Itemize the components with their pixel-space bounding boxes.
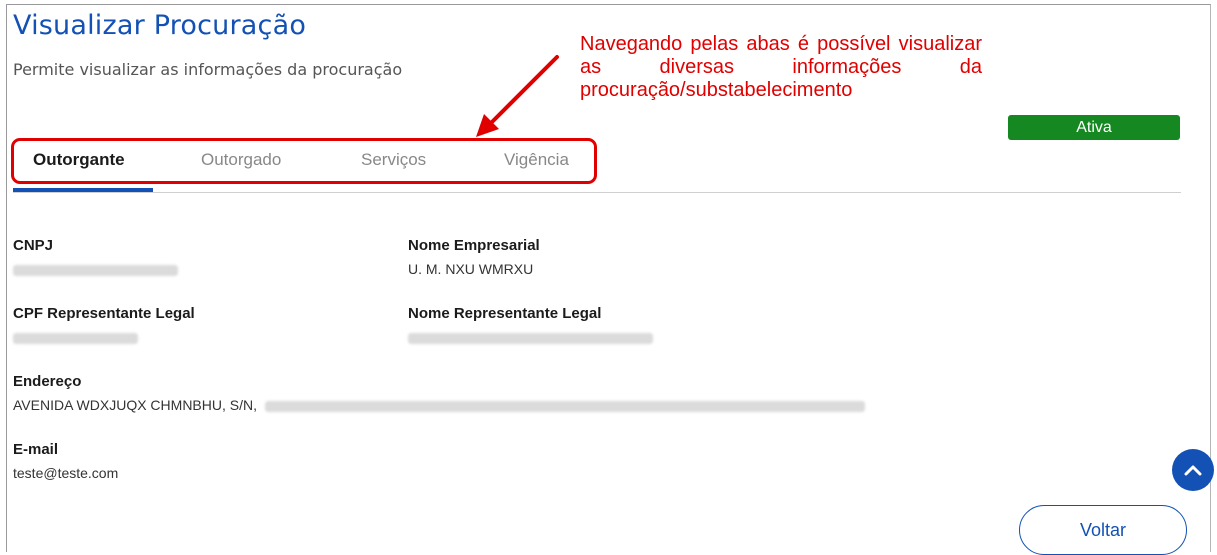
annotation-highlight-box (11, 138, 597, 184)
page-subtitle: Permite visualizar as informações da pro… (13, 60, 403, 79)
cpf-representante-value (13, 329, 195, 345)
endereco-label: Endereço (13, 373, 82, 390)
field-nome-empresarial: Nome Empresarial U. M. NXU WMRXU (408, 237, 540, 277)
cnpj-value (13, 261, 178, 277)
field-email: E-mail teste@teste.com (13, 441, 118, 481)
endereco-value: AVENIDA WDXJUQX CHMNBHU, S/N, (13, 397, 865, 413)
email-value: teste@teste.com (13, 465, 119, 481)
nome-empresarial-value: U. M. NXU WMRXU (408, 261, 534, 277)
endereco-value-text: AVENIDA WDXJUQX CHMNBHU, S/N, (13, 397, 257, 413)
field-endereco: Endereço AVENIDA WDXJUQX CHMNBHU, S/N, (13, 373, 865, 413)
field-nome-representante: Nome Representante Legal (408, 305, 653, 345)
chevron-up-icon (1184, 465, 1202, 476)
active-tab-indicator (13, 188, 153, 192)
nome-representante-label: Nome Representante Legal (408, 305, 602, 322)
voltar-button[interactable]: Voltar (1019, 505, 1187, 555)
field-cpf-representante: CPF Representante Legal (13, 305, 195, 345)
page-title: Visualizar Procuração (13, 10, 307, 41)
nome-empresarial-label: Nome Empresarial (408, 237, 540, 254)
scroll-to-top-button[interactable] (1172, 449, 1214, 491)
annotation-note: Navegando pelas abas é possível visualiz… (580, 33, 982, 101)
cnpj-label: CNPJ (13, 237, 54, 254)
status-badge: Ativa (1008, 115, 1180, 140)
email-label: E-mail (13, 441, 59, 458)
cpf-representante-label: CPF Representante Legal (13, 305, 195, 322)
nome-representante-value (408, 329, 653, 345)
field-cnpj: CNPJ (13, 237, 178, 277)
